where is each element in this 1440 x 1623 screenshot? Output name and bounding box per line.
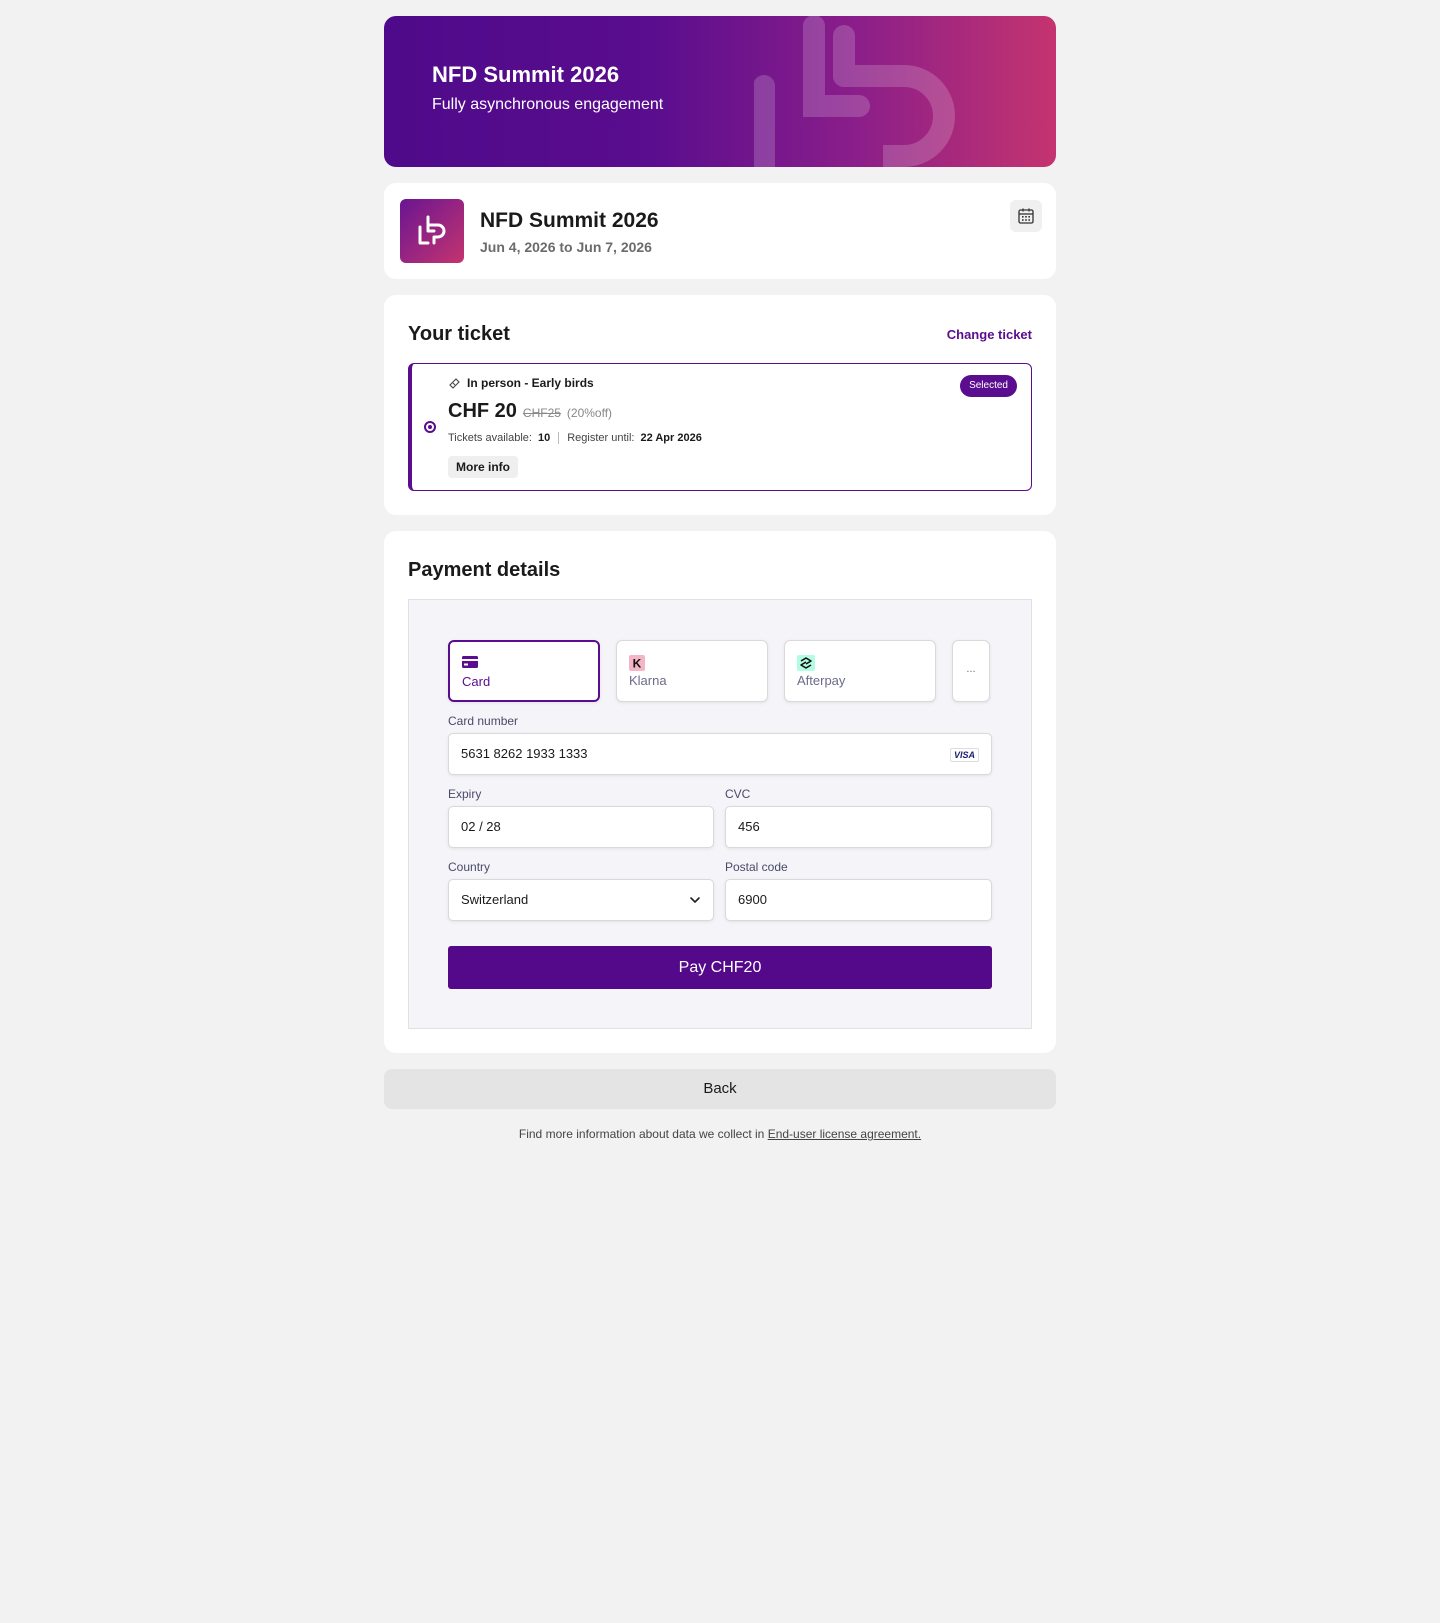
banner-subtitle: Fully asynchronous engagement bbox=[432, 96, 664, 113]
payment-method-label: Afterpay bbox=[797, 673, 846, 688]
credit-card-icon bbox=[462, 656, 478, 668]
ticket-old-price: CHF25 bbox=[522, 406, 561, 420]
brand-logo-watermark-icon bbox=[754, 16, 955, 167]
ticket-section: Your ticket Change ticket In person - Ea… bbox=[384, 295, 1056, 515]
payment-method-more[interactable]: ... bbox=[952, 640, 990, 702]
calendar-icon bbox=[1018, 208, 1034, 224]
add-to-calendar-button[interactable] bbox=[1010, 200, 1042, 232]
tickets-available-label: Tickets available: bbox=[448, 432, 532, 444]
postal-code-value: 6900 bbox=[738, 892, 767, 907]
event-card: NFD Summit 2026 Jun 4, 2026 to Jun 7, 20… bbox=[384, 183, 1056, 279]
cvc-label: CVC bbox=[725, 787, 751, 801]
event-banner: NFD Summit 2026 Fully asynchronous engag… bbox=[384, 16, 1056, 167]
visa-card-brand-icon: VISA bbox=[949, 748, 979, 762]
ticket-discount: (20%off) bbox=[566, 406, 613, 420]
expiry-input[interactable]: 02 / 28 bbox=[448, 806, 714, 848]
cvc-value: 456 bbox=[738, 819, 760, 834]
ticket-price-row: CHF 20 CHF25 (20%off) bbox=[448, 400, 612, 423]
footer-note: Find more information about data we coll… bbox=[384, 1127, 1056, 1141]
payment-method-klarna[interactable]: K Klarna bbox=[616, 640, 768, 702]
eula-link[interactable]: End-user license agreement. bbox=[768, 1127, 921, 1141]
payment-method-afterpay[interactable]: Afterpay bbox=[784, 640, 936, 702]
afterpay-icon bbox=[797, 655, 815, 671]
ticket-type: In person - Early birds bbox=[448, 376, 594, 390]
expiry-value: 02 / 28 bbox=[461, 819, 501, 834]
event-dates: Jun 4, 2026 to Jun 7, 2026 bbox=[480, 239, 652, 255]
cvc-input[interactable]: 456 bbox=[725, 806, 992, 848]
payment-method-card[interactable]: Card bbox=[448, 640, 600, 702]
ticket-option[interactable]: In person - Early birds Selected CHF 20 … bbox=[408, 363, 1032, 491]
more-info-button[interactable]: More info bbox=[448, 456, 518, 478]
chevron-down-icon bbox=[690, 897, 700, 903]
ticket-type-label: In person - Early birds bbox=[467, 376, 594, 390]
brand-logo-icon bbox=[418, 215, 446, 245]
card-number-label: Card number bbox=[448, 714, 519, 728]
register-until-label: Register until: bbox=[567, 432, 635, 444]
ticket-meta: Tickets available: 10 Register until: 22… bbox=[448, 432, 702, 444]
country-label: Country bbox=[448, 860, 491, 874]
card-number-value: 5631 8262 1933 1333 bbox=[461, 746, 588, 761]
ticket-icon bbox=[449, 377, 460, 389]
tickets-available-count: 10 bbox=[537, 432, 551, 444]
event-logo bbox=[400, 199, 464, 263]
register-until-date: 22 Apr 2026 bbox=[640, 432, 702, 444]
payment-form: Card K Klarna Afterpay ... Card number 5… bbox=[408, 599, 1032, 1029]
country-value: Switzerland bbox=[461, 892, 529, 907]
country-select[interactable]: Switzerland bbox=[448, 879, 714, 921]
expiry-label: Expiry bbox=[448, 787, 482, 801]
more-methods-label: ... bbox=[966, 663, 976, 675]
payment-section: Payment details Card K Klarna Afterpay .… bbox=[384, 531, 1056, 1053]
banner-title: NFD Summit 2026 bbox=[432, 62, 620, 87]
payment-method-label: Card bbox=[462, 674, 491, 689]
postal-code-label: Postal code bbox=[725, 860, 788, 874]
postal-code-input[interactable]: 6900 bbox=[725, 879, 992, 921]
ticket-price: CHF 20 bbox=[448, 400, 517, 422]
payment-method-label: Klarna bbox=[629, 673, 667, 688]
ticket-heading: Your ticket bbox=[408, 323, 510, 345]
klarna-icon: K bbox=[629, 655, 645, 671]
ticket-radio[interactable] bbox=[424, 421, 436, 433]
back-button[interactable]: Back bbox=[384, 1069, 1056, 1109]
payment-heading: Payment details bbox=[408, 559, 561, 581]
footer-text: Find more information about data we coll… bbox=[518, 1127, 768, 1141]
pay-button[interactable]: Pay CHF20 bbox=[448, 946, 992, 989]
meta-divider bbox=[558, 432, 560, 444]
event-title: NFD Summit 2026 bbox=[480, 209, 659, 232]
change-ticket-link[interactable]: Change ticket bbox=[947, 327, 1032, 342]
selected-badge: Selected bbox=[960, 375, 1017, 397]
card-number-input[interactable]: 5631 8262 1933 1333 VISA bbox=[448, 733, 992, 775]
svg-text:K: K bbox=[633, 657, 642, 671]
